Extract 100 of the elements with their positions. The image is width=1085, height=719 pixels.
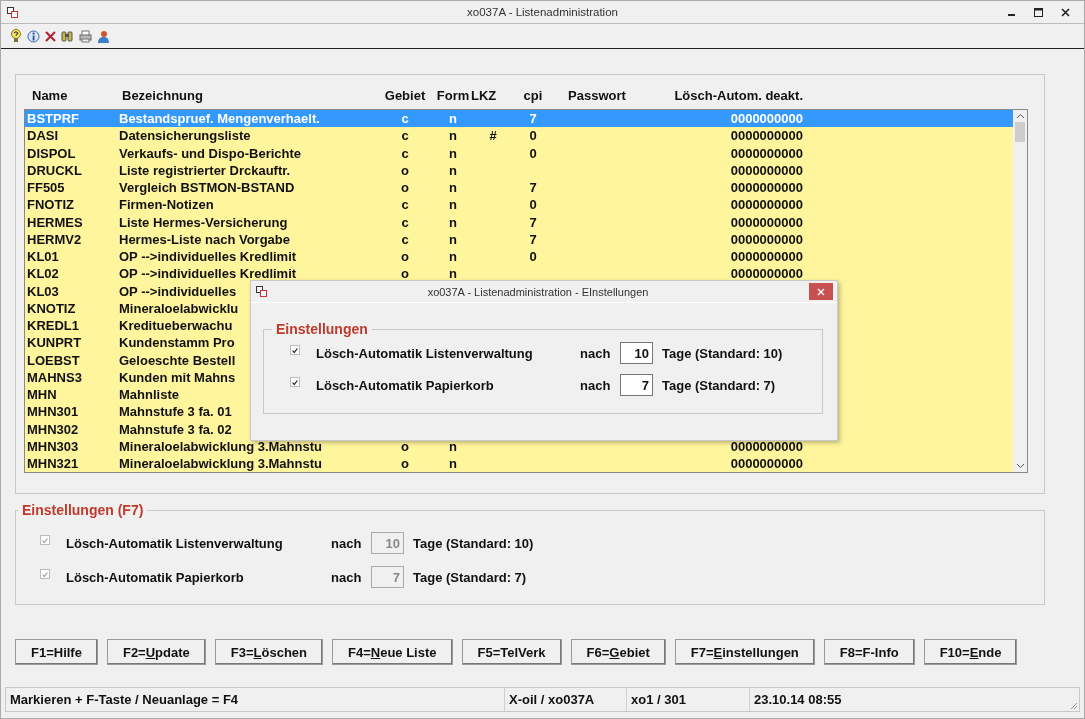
list-row[interactable]: DRUCKL Liste registrierter Drckauftr. o n 0000000000 xyxy=(25,161,1013,179)
list-row[interactable]: KL01 OP -->individuelles Kredlimit o n 0 0000000000 xyxy=(25,248,1013,266)
cpi-header: cpi xyxy=(522,87,544,103)
cpi-cell: 0 xyxy=(529,145,537,161)
area-cell: o xyxy=(401,456,409,472)
list-row[interactable]: FNOTIZ Firmen-Notizen c n 0 0000000000 xyxy=(25,196,1013,214)
form-header: Form xyxy=(435,87,471,103)
name-cell: KNOTIZ xyxy=(27,300,76,316)
cpi-cell: 7 xyxy=(529,111,537,127)
form-cell: n xyxy=(449,197,457,213)
user-icon[interactable] xyxy=(97,29,110,43)
name-cell: HERMV2 xyxy=(27,231,82,247)
auto-delete-cell: 0000000000 xyxy=(730,180,803,196)
function-button[interactable]: F6=Gebiet xyxy=(570,639,666,665)
printer-icon[interactable] xyxy=(79,29,92,43)
description-cell: Vergleich BSTMON-BSTAND xyxy=(119,180,295,196)
dialog-title: xo037A - Listenadministration - EInstellungen xyxy=(426,285,650,298)
cpi-cell: 7 xyxy=(529,231,537,247)
form-cell: n xyxy=(449,438,457,454)
cpi-cell: 0 xyxy=(529,197,537,213)
description-cell: Hermes-Liste nach Vorgabe xyxy=(119,231,290,247)
description-cell: Mahnliste xyxy=(119,387,179,403)
setting-label: Lösch-Automatik Listenverwaltung xyxy=(66,535,284,551)
area-cell: c xyxy=(401,145,409,161)
function-button[interactable]: F10=Ende xyxy=(923,639,1018,665)
description-cell: Geloeschte Bestell xyxy=(119,352,236,368)
auto-delete-cell: 0000000000 xyxy=(730,128,803,144)
days-field[interactable]: 10 xyxy=(620,342,653,364)
delete-icon[interactable] xyxy=(45,30,56,42)
name-cell: MHN301 xyxy=(27,404,79,420)
window-icon xyxy=(256,286,267,297)
list-row[interactable]: HERMES Liste Hermes-Versicherung c n 7 0000000000 xyxy=(25,213,1013,231)
country-header: LKZ xyxy=(471,87,498,103)
name-cell: LOEBST xyxy=(27,352,80,368)
name-cell: DRUCKL xyxy=(27,162,82,178)
after-label: nach xyxy=(580,377,612,393)
checkbox[interactable] xyxy=(290,345,300,355)
area-cell: c xyxy=(401,214,409,230)
list-row[interactable]: MHN321 Mineraloelabwicklung 3.Mahnstu o n 0000000000 xyxy=(25,455,1013,472)
list-row[interactable]: KL02 OP -->individuelles Kredlimit o n 0000000000 xyxy=(25,265,1013,283)
description-cell: Liste registrierter Drckauftr. xyxy=(119,162,291,178)
scroll-thumb[interactable] xyxy=(1015,122,1025,142)
list-row[interactable]: HERMV2 Hermes-Liste nach Vorgabe c n 7 0000000000 xyxy=(25,230,1013,248)
name-cell: MHN321 xyxy=(27,456,79,472)
binoculars-icon[interactable] xyxy=(61,29,74,43)
auto-delete-cell: 0000000000 xyxy=(730,231,803,247)
close-button[interactable] xyxy=(809,283,833,300)
function-button[interactable]: F7=Einstellungen xyxy=(674,639,815,665)
description-cell: Mineraloelabwicklung 3.Mahnstu xyxy=(119,438,322,454)
auto-delete-header: Lösch-Autom. deakt. xyxy=(673,87,803,103)
area-cell: o xyxy=(401,180,409,196)
info-icon[interactable] xyxy=(27,29,40,43)
auto-delete-cell: 0000000000 xyxy=(730,145,803,161)
cpi-cell: 0 xyxy=(529,128,537,144)
close-icon[interactable] xyxy=(1061,7,1070,17)
scrollbar[interactable] xyxy=(1013,110,1027,472)
area-cell: o xyxy=(401,266,409,282)
description-cell: Firmen-Notizen xyxy=(119,197,214,213)
cpi-cell: 7 xyxy=(529,214,537,230)
scroll-down-icon[interactable] xyxy=(1015,463,1025,469)
list-row[interactable]: DISPOL Verkaufs- und Dispo-Berichte c n 0 0000000000 xyxy=(25,144,1013,162)
area-cell: o xyxy=(401,249,409,265)
password-header: Passwort xyxy=(567,87,627,103)
function-button[interactable]: F3=Löschen xyxy=(214,639,323,665)
window-icon xyxy=(7,6,18,18)
list-row[interactable]: FF505 Vergleich BSTMON-BSTAND o n 7 0000000000 xyxy=(25,179,1013,197)
name-cell: FF505 xyxy=(27,180,65,196)
auto-delete-cell: 0000000000 xyxy=(730,111,803,127)
checkbox[interactable] xyxy=(290,377,300,387)
name-cell: FNOTIZ xyxy=(27,197,74,213)
scroll-up-icon[interactable] xyxy=(1015,113,1025,119)
list-row[interactable]: MHN303 Mineraloelabwicklung 3.Mahnstu o n 0000000000 xyxy=(25,437,1013,455)
description-header: Bezeichnung xyxy=(121,87,204,103)
description-cell: Verkaufs- und Dispo-Berichte xyxy=(119,145,302,161)
name-cell: MHN302 xyxy=(27,421,79,437)
window-title: xo037A - Listenadministration xyxy=(466,6,619,18)
function-button[interactable]: F5=TelVerk xyxy=(461,639,562,665)
days-field[interactable]: 7 xyxy=(620,374,653,396)
auto-delete-cell: 0000000000 xyxy=(730,197,803,213)
area-cell: c xyxy=(401,128,409,144)
function-button[interactable]: F2=Update xyxy=(106,639,206,665)
function-button[interactable]: F4=Neue Liste xyxy=(332,639,453,665)
description-cell: Mineraloelabwicklu xyxy=(119,300,239,316)
list-row[interactable]: DASI Datensicherungsliste c n # 0 0000000000 xyxy=(25,127,1013,145)
form-cell: n xyxy=(449,128,457,144)
description-cell: Datensicherungsliste xyxy=(119,128,251,144)
description-cell: Bestandspruef. Mengenverhaelt. xyxy=(119,111,320,127)
help-icon[interactable] xyxy=(10,29,22,43)
description-cell: OP -->individuelles Kredlimit xyxy=(119,266,297,282)
name-cell: HERMES xyxy=(27,214,83,230)
function-button[interactable]: F8=F-Info xyxy=(823,639,915,665)
unit-label: Tage (Standard: 10) xyxy=(662,345,783,361)
auto-delete-cell: 0000000000 xyxy=(730,214,803,230)
description-cell: Kreditueberwachu xyxy=(119,318,233,334)
after-label: nach xyxy=(331,535,363,551)
maximize-icon[interactable] xyxy=(1034,7,1043,17)
description-cell: OP -->individuelles xyxy=(119,283,237,299)
form-cell: n xyxy=(449,145,457,161)
function-button[interactable]: F1=Hilfe xyxy=(15,639,98,665)
description-cell: Mahnstufe 3 fa. 01 xyxy=(119,404,232,420)
